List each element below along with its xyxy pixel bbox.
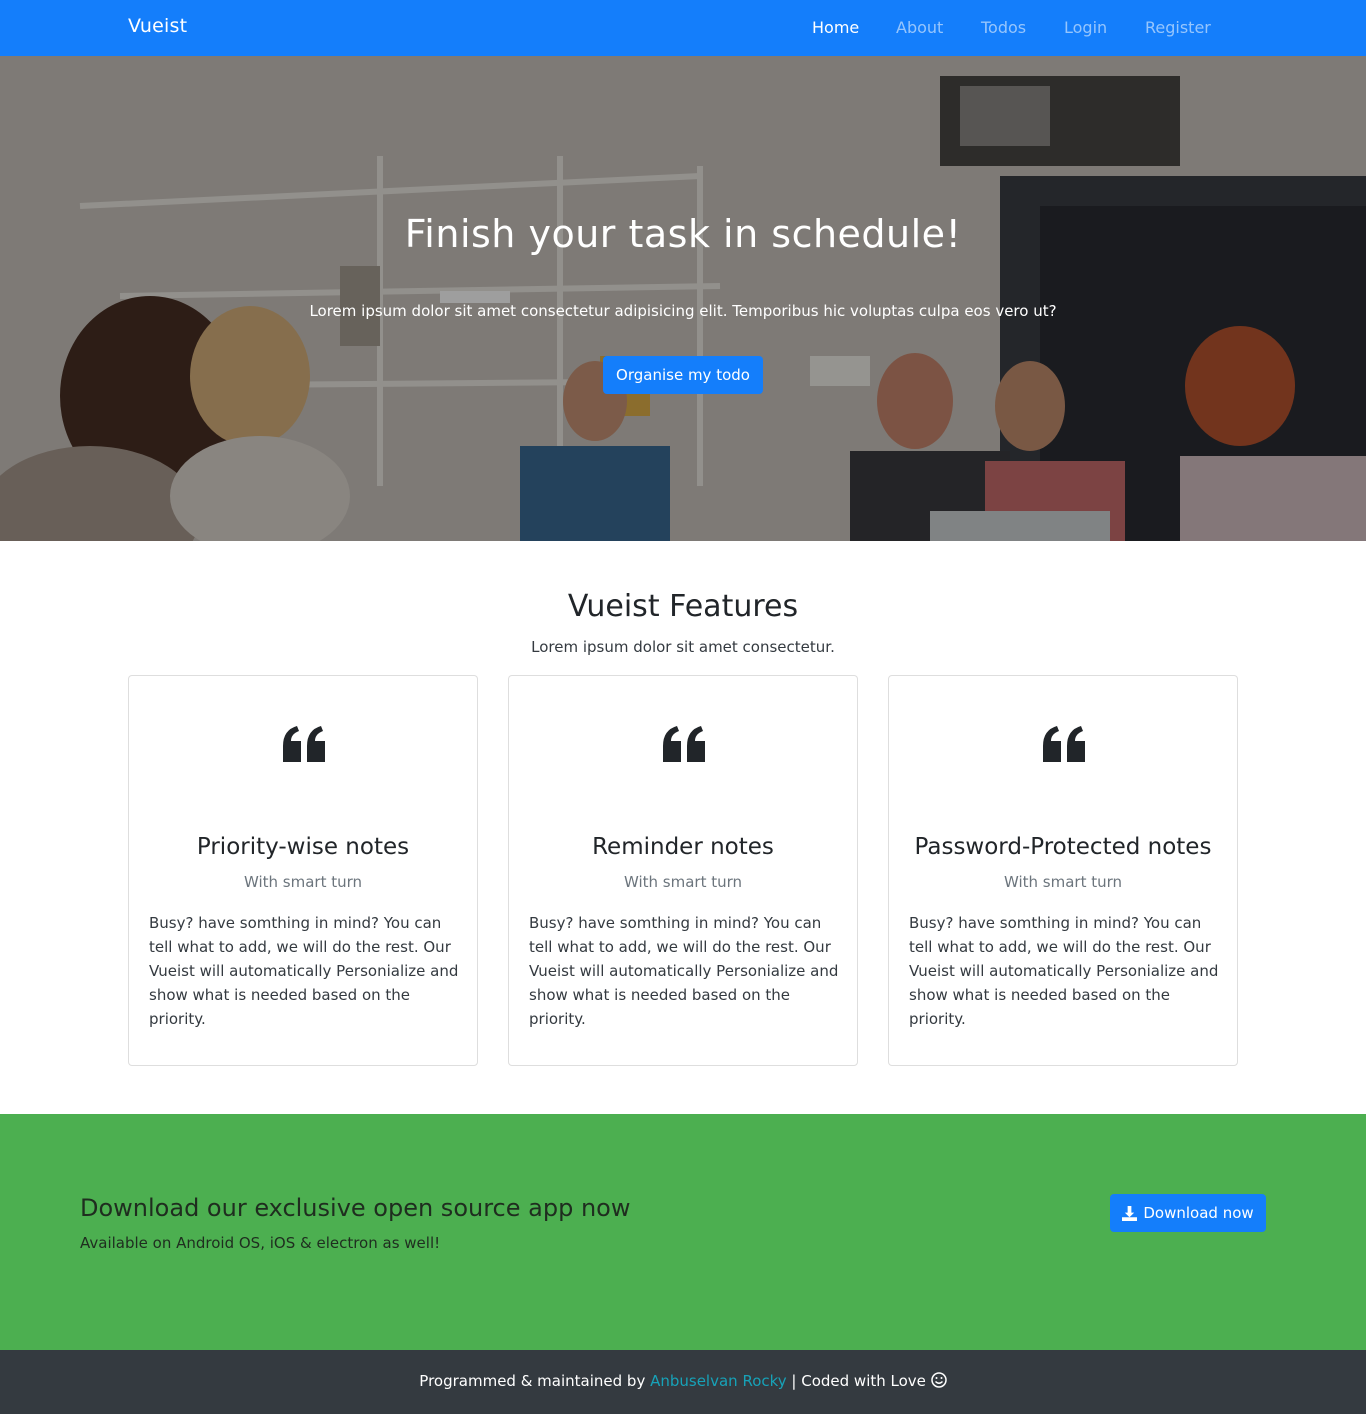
card-text: Busy? have somthing in mind? You can tel… bbox=[149, 914, 459, 1028]
hero-overlay bbox=[0, 56, 1366, 541]
quote-left-icon bbox=[663, 726, 705, 762]
card-title: Password-Protected notes bbox=[914, 834, 1212, 860]
nav-link-about[interactable]: About bbox=[896, 18, 943, 37]
feature-card-password: Password-Protected notes With smart turn… bbox=[888, 675, 1238, 1066]
organise-todo-button[interactable]: Organise my todo bbox=[603, 356, 763, 394]
nav-links: Home About Todos Login Register bbox=[0, 0, 1366, 56]
download-icon bbox=[1122, 1205, 1138, 1221]
card-subtitle: With smart turn bbox=[623, 873, 743, 891]
card-title: Reminder notes bbox=[592, 834, 774, 860]
download-title: Download our exclusive open source app n… bbox=[80, 1194, 631, 1222]
author-link[interactable]: Anbuselvan Rocky bbox=[650, 1372, 787, 1390]
footer-prefix: Programmed & maintained by bbox=[419, 1372, 651, 1390]
card-subtitle: With smart turn bbox=[243, 873, 363, 891]
footer: Programmed & maintained by Anbuselvan Ro… bbox=[0, 1350, 1366, 1414]
nav-link-todos[interactable]: Todos bbox=[981, 18, 1026, 37]
hero-title: Finish your task in schedule! bbox=[404, 212, 962, 256]
card-text: Busy? have somthing in mind? You can tel… bbox=[909, 914, 1219, 1028]
download-now-button[interactable]: Download now bbox=[1110, 1194, 1266, 1232]
card-subtitle: With smart turn bbox=[1003, 873, 1123, 891]
nav-link-home[interactable]: Home bbox=[812, 18, 859, 37]
smile-icon bbox=[930, 1372, 947, 1388]
footer-suffix: | Coded with Love bbox=[786, 1372, 931, 1390]
hero-section: Finish your task in schedule! Lorem ipsu… bbox=[0, 56, 1366, 541]
features-title: Vueist Features bbox=[567, 589, 799, 624]
navbar: Vueist Home About Todos Login Register bbox=[0, 0, 1366, 56]
feature-card-reminder: Reminder notes With smart turn Busy? hav… bbox=[508, 675, 858, 1066]
features-subtitle: Lorem ipsum dolor sit amet consectetur. bbox=[531, 638, 835, 656]
hero-subtitle: Lorem ipsum dolor sit amet consectetur a… bbox=[309, 302, 1057, 320]
quote-left-icon bbox=[283, 726, 325, 762]
download-subtitle: Available on Android OS, iOS & electron … bbox=[80, 1234, 441, 1252]
footer-text: Programmed & maintained by Anbuselvan Ro… bbox=[0, 1372, 1366, 1390]
card-text: Busy? have somthing in mind? You can tel… bbox=[529, 914, 839, 1028]
card-title: Priority-wise notes bbox=[196, 834, 410, 860]
download-button-label: Download now bbox=[1143, 1204, 1254, 1222]
nav-link-register[interactable]: Register bbox=[1145, 18, 1211, 37]
feature-card-priority: Priority-wise notes With smart turn Busy… bbox=[128, 675, 478, 1066]
quote-left-icon bbox=[1043, 726, 1085, 762]
nav-link-login[interactable]: Login bbox=[1064, 18, 1107, 37]
download-section: Download our exclusive open source app n… bbox=[0, 1114, 1366, 1350]
